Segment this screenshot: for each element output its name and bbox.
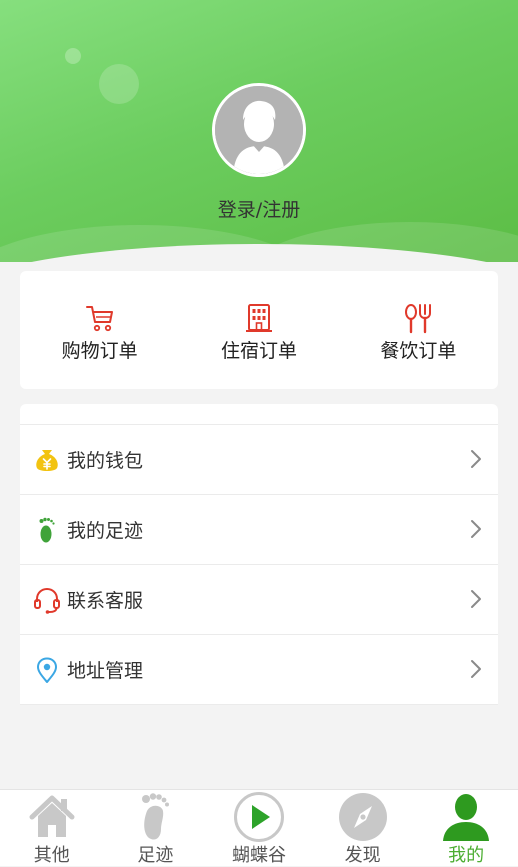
- tab-mine-label: 我的: [448, 845, 485, 866]
- shopping-orders-label: 购物订单: [61, 340, 138, 362]
- menu-list: 我的钱包 我的足迹 联系客服 地址管理: [20, 404, 498, 705]
- tab-mine[interactable]: 我的: [414, 790, 518, 866]
- menu-item-wallet[interactable]: 我的钱包: [20, 424, 498, 494]
- headset-icon: [33, 586, 61, 614]
- chevron-right-icon: [471, 660, 481, 678]
- tab-butterfly-valley-label: 蝴蝶谷: [231, 845, 286, 866]
- menu-item-customer-service[interactable]: 联系客服: [20, 564, 498, 634]
- tab-discover[interactable]: 发现: [311, 790, 415, 866]
- footprint-icon: [142, 793, 170, 840]
- footprint-icon: [33, 516, 61, 544]
- orders-card: 购物订单 住宿订单 餐饮订单: [20, 271, 498, 389]
- profile-header: 登录/注册: [0, 0, 518, 262]
- wallet-icon: [33, 446, 61, 474]
- person-icon: [443, 794, 490, 841]
- home-icon: [29, 795, 75, 837]
- decorative-bubble: [65, 48, 81, 64]
- shopping-cart-icon: [85, 306, 113, 332]
- avatar[interactable]: [212, 83, 306, 177]
- hotel-orders-label: 住宿订单: [220, 340, 297, 362]
- hotel-building-icon: [245, 304, 272, 332]
- menu-item-address-label: 地址管理: [67, 660, 144, 682]
- menu-item-address[interactable]: 地址管理: [20, 634, 498, 705]
- tab-footprint-label: 足迹: [137, 845, 174, 866]
- bottom-tab-bar: 其他 足迹 蝴蝶谷 发现 我的: [0, 789, 518, 866]
- dining-orders-label: 餐饮订单: [380, 340, 457, 362]
- tab-other[interactable]: 其他: [0, 790, 104, 866]
- tab-butterfly-valley[interactable]: 蝴蝶谷: [207, 790, 311, 866]
- tab-discover-label: 发现: [344, 845, 381, 866]
- hotel-orders-button[interactable]: 住宿订单: [179, 271, 338, 389]
- tab-other-label: 其他: [33, 845, 70, 866]
- decorative-bubble: [99, 64, 139, 104]
- chevron-right-icon: [471, 590, 481, 608]
- menu-item-footprint[interactable]: 我的足迹: [20, 494, 498, 564]
- menu-item-footprint-label: 我的足迹: [67, 520, 144, 542]
- dining-utensils-icon: [405, 304, 432, 334]
- chevron-right-icon: [471, 450, 481, 468]
- chevron-right-icon: [471, 520, 481, 538]
- default-avatar-icon: [215, 86, 303, 174]
- play-icon: [233, 792, 284, 842]
- menu-item-wallet-label: 我的钱包: [67, 450, 144, 472]
- login-register-link[interactable]: 登录/注册: [0, 195, 518, 222]
- tab-footprint[interactable]: 足迹: [104, 790, 208, 866]
- compass-icon: [338, 793, 387, 841]
- menu-item-customer-service-label: 联系客服: [67, 590, 144, 612]
- location-pin-icon: [33, 656, 61, 684]
- dining-orders-button[interactable]: 餐饮订单: [339, 271, 498, 389]
- shopping-orders-button[interactable]: 购物订单: [20, 271, 179, 389]
